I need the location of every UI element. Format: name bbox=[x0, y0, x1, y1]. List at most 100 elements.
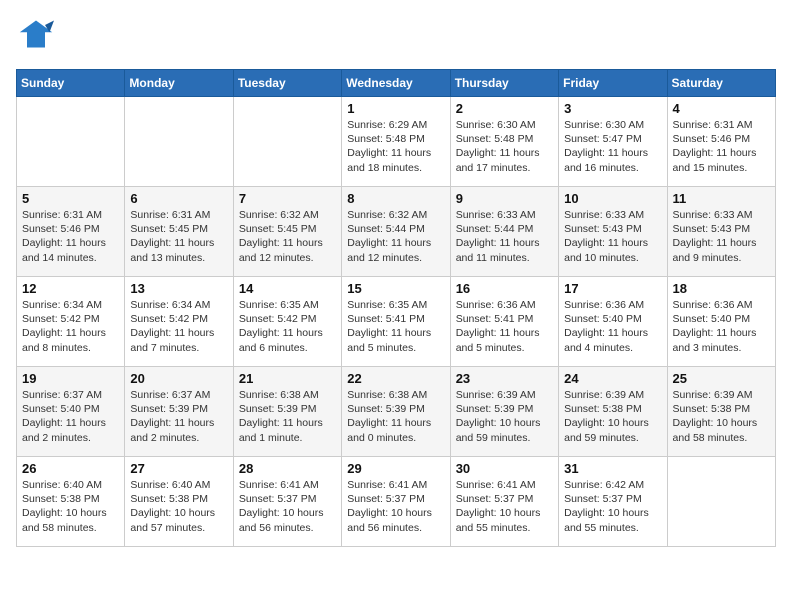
day-number: 28 bbox=[239, 461, 336, 476]
calendar-day: 11 Sunrise: 6:33 AM Sunset: 5:43 PM Dayli… bbox=[667, 187, 775, 277]
day-info: Sunrise: 6:31 AM Sunset: 5:46 PM Dayligh… bbox=[673, 118, 770, 175]
calendar-day: 28 Sunrise: 6:41 AM Sunset: 5:37 PM Dayli… bbox=[233, 457, 341, 547]
calendar-day: 31Sunrise: 6:42 AM Sunset: 5:37 PM Dayli… bbox=[559, 457, 667, 547]
calendar-day: 20 Sunrise: 6:37 AM Sunset: 5:39 PM Dayli… bbox=[125, 367, 233, 457]
day-number: 14 bbox=[239, 281, 336, 296]
day-number: 11 bbox=[673, 191, 770, 206]
day-header-tuesday: Tuesday bbox=[233, 70, 341, 97]
day-info: Sunrise: 6:41 AM Sunset: 5:37 PM Dayligh… bbox=[456, 478, 553, 535]
calendar-day: 5 Sunrise: 6:31 AM Sunset: 5:46 PM Daylig… bbox=[17, 187, 125, 277]
day-number: 10 bbox=[564, 191, 661, 206]
day-number: 25 bbox=[673, 371, 770, 386]
day-number: 29 bbox=[347, 461, 444, 476]
day-info: Sunrise: 6:36 AM Sunset: 5:41 PM Dayligh… bbox=[456, 298, 553, 355]
day-header-wednesday: Wednesday bbox=[342, 70, 450, 97]
day-header-thursday: Thursday bbox=[450, 70, 558, 97]
day-info: Sunrise: 6:38 AM Sunset: 5:39 PM Dayligh… bbox=[239, 388, 336, 445]
day-info: Sunrise: 6:30 AM Sunset: 5:48 PM Dayligh… bbox=[456, 118, 553, 175]
calendar-day: 13Sunrise: 6:34 AM Sunset: 5:42 PM Dayli… bbox=[125, 277, 233, 367]
day-info: Sunrise: 6:31 AM Sunset: 5:46 PM Dayligh… bbox=[22, 208, 119, 265]
day-info: Sunrise: 6:33 AM Sunset: 5:43 PM Dayligh… bbox=[564, 208, 661, 265]
calendar-week-4: 19Sunrise: 6:37 AM Sunset: 5:40 PM Dayli… bbox=[17, 367, 776, 457]
day-info: Sunrise: 6:42 AM Sunset: 5:37 PM Dayligh… bbox=[564, 478, 661, 535]
day-number: 8 bbox=[347, 191, 444, 206]
day-info: Sunrise: 6:37 AM Sunset: 5:39 PM Dayligh… bbox=[130, 388, 227, 445]
day-number: 27 bbox=[130, 461, 227, 476]
day-info: Sunrise: 6:32 AM Sunset: 5:44 PM Dayligh… bbox=[347, 208, 444, 265]
calendar-week-1: 1 Sunrise: 6:29 AM Sunset: 5:48 PM Daylig… bbox=[17, 97, 776, 187]
logo-icon bbox=[18, 16, 54, 52]
day-header-friday: Friday bbox=[559, 70, 667, 97]
day-info: Sunrise: 6:32 AM Sunset: 5:45 PM Dayligh… bbox=[239, 208, 336, 265]
day-number: 26 bbox=[22, 461, 119, 476]
day-info: Sunrise: 6:37 AM Sunset: 5:40 PM Dayligh… bbox=[22, 388, 119, 445]
day-info: Sunrise: 6:31 AM Sunset: 5:45 PM Dayligh… bbox=[130, 208, 227, 265]
calendar-day: 15 Sunrise: 6:35 AM Sunset: 5:41 PM Dayli… bbox=[342, 277, 450, 367]
calendar-day: 27 Sunrise: 6:40 AM Sunset: 5:38 PM Dayli… bbox=[125, 457, 233, 547]
day-number: 22 bbox=[347, 371, 444, 386]
day-number: 2 bbox=[456, 101, 553, 116]
day-info: Sunrise: 6:41 AM Sunset: 5:37 PM Dayligh… bbox=[239, 478, 336, 535]
day-number: 18 bbox=[673, 281, 770, 296]
calendar-day: 21 Sunrise: 6:38 AM Sunset: 5:39 PM Dayli… bbox=[233, 367, 341, 457]
calendar-day: 12Sunrise: 6:34 AM Sunset: 5:42 PM Dayli… bbox=[17, 277, 125, 367]
day-number: 24 bbox=[564, 371, 661, 386]
day-number: 30 bbox=[456, 461, 553, 476]
calendar-day: 4 Sunrise: 6:31 AM Sunset: 5:46 PM Daylig… bbox=[667, 97, 775, 187]
calendar-day: 26 Sunrise: 6:40 AM Sunset: 5:38 PM Dayli… bbox=[17, 457, 125, 547]
logo bbox=[16, 16, 54, 57]
calendar-day: 17Sunrise: 6:36 AM Sunset: 5:40 PM Dayli… bbox=[559, 277, 667, 367]
calendar-day bbox=[125, 97, 233, 187]
day-number: 16 bbox=[456, 281, 553, 296]
calendar-day: 19Sunrise: 6:37 AM Sunset: 5:40 PM Dayli… bbox=[17, 367, 125, 457]
calendar-table: SundayMondayTuesdayWednesdayThursdayFrid… bbox=[16, 69, 776, 547]
calendar-day: 9Sunrise: 6:33 AM Sunset: 5:44 PM Daylig… bbox=[450, 187, 558, 277]
day-info: Sunrise: 6:30 AM Sunset: 5:47 PM Dayligh… bbox=[564, 118, 661, 175]
day-number: 15 bbox=[347, 281, 444, 296]
day-header-monday: Monday bbox=[125, 70, 233, 97]
day-number: 12 bbox=[22, 281, 119, 296]
calendar-day: 10 Sunrise: 6:33 AM Sunset: 5:43 PM Dayli… bbox=[559, 187, 667, 277]
calendar-day: 23 Sunrise: 6:39 AM Sunset: 5:39 PM Dayli… bbox=[450, 367, 558, 457]
calendar-day: 3 Sunrise: 6:30 AM Sunset: 5:47 PM Daylig… bbox=[559, 97, 667, 187]
calendar-header: SundayMondayTuesdayWednesdayThursdayFrid… bbox=[17, 70, 776, 97]
day-info: Sunrise: 6:39 AM Sunset: 5:39 PM Dayligh… bbox=[456, 388, 553, 445]
day-number: 20 bbox=[130, 371, 227, 386]
day-info: Sunrise: 6:39 AM Sunset: 5:38 PM Dayligh… bbox=[673, 388, 770, 445]
calendar-day bbox=[233, 97, 341, 187]
day-number: 13 bbox=[130, 281, 227, 296]
calendar-day: 25 Sunrise: 6:39 AM Sunset: 5:38 PM Dayli… bbox=[667, 367, 775, 457]
calendar-day bbox=[667, 457, 775, 547]
day-info: Sunrise: 6:29 AM Sunset: 5:48 PM Dayligh… bbox=[347, 118, 444, 175]
calendar-day: 1 Sunrise: 6:29 AM Sunset: 5:48 PM Daylig… bbox=[342, 97, 450, 187]
calendar-day: 22Sunrise: 6:38 AM Sunset: 5:39 PM Dayli… bbox=[342, 367, 450, 457]
calendar-day: 6Sunrise: 6:31 AM Sunset: 5:45 PM Daylig… bbox=[125, 187, 233, 277]
day-number: 1 bbox=[347, 101, 444, 116]
day-info: Sunrise: 6:35 AM Sunset: 5:42 PM Dayligh… bbox=[239, 298, 336, 355]
day-info: Sunrise: 6:40 AM Sunset: 5:38 PM Dayligh… bbox=[22, 478, 119, 535]
day-number: 23 bbox=[456, 371, 553, 386]
day-number: 4 bbox=[673, 101, 770, 116]
day-info: Sunrise: 6:35 AM Sunset: 5:41 PM Dayligh… bbox=[347, 298, 444, 355]
day-info: Sunrise: 6:41 AM Sunset: 5:37 PM Dayligh… bbox=[347, 478, 444, 535]
calendar-day: 30 Sunrise: 6:41 AM Sunset: 5:37 PM Dayli… bbox=[450, 457, 558, 547]
calendar-day: 18 Sunrise: 6:36 AM Sunset: 5:40 PM Dayli… bbox=[667, 277, 775, 367]
calendar-week-2: 5 Sunrise: 6:31 AM Sunset: 5:46 PM Daylig… bbox=[17, 187, 776, 277]
page-header bbox=[16, 16, 776, 57]
day-info: Sunrise: 6:40 AM Sunset: 5:38 PM Dayligh… bbox=[130, 478, 227, 535]
calendar-day: 8 Sunrise: 6:32 AM Sunset: 5:44 PM Daylig… bbox=[342, 187, 450, 277]
day-number: 3 bbox=[564, 101, 661, 116]
day-header-sunday: Sunday bbox=[17, 70, 125, 97]
day-info: Sunrise: 6:36 AM Sunset: 5:40 PM Dayligh… bbox=[673, 298, 770, 355]
day-number: 9 bbox=[456, 191, 553, 206]
calendar-day: 29 Sunrise: 6:41 AM Sunset: 5:37 PM Dayli… bbox=[342, 457, 450, 547]
calendar-day: 7Sunrise: 6:32 AM Sunset: 5:45 PM Daylig… bbox=[233, 187, 341, 277]
calendar-week-3: 12Sunrise: 6:34 AM Sunset: 5:42 PM Dayli… bbox=[17, 277, 776, 367]
calendar-body: 1 Sunrise: 6:29 AM Sunset: 5:48 PM Daylig… bbox=[17, 97, 776, 547]
day-number: 5 bbox=[22, 191, 119, 206]
calendar-day: 14 Sunrise: 6:35 AM Sunset: 5:42 PM Dayli… bbox=[233, 277, 341, 367]
calendar-day bbox=[17, 97, 125, 187]
day-number: 17 bbox=[564, 281, 661, 296]
day-info: Sunrise: 6:33 AM Sunset: 5:43 PM Dayligh… bbox=[673, 208, 770, 265]
day-number: 21 bbox=[239, 371, 336, 386]
